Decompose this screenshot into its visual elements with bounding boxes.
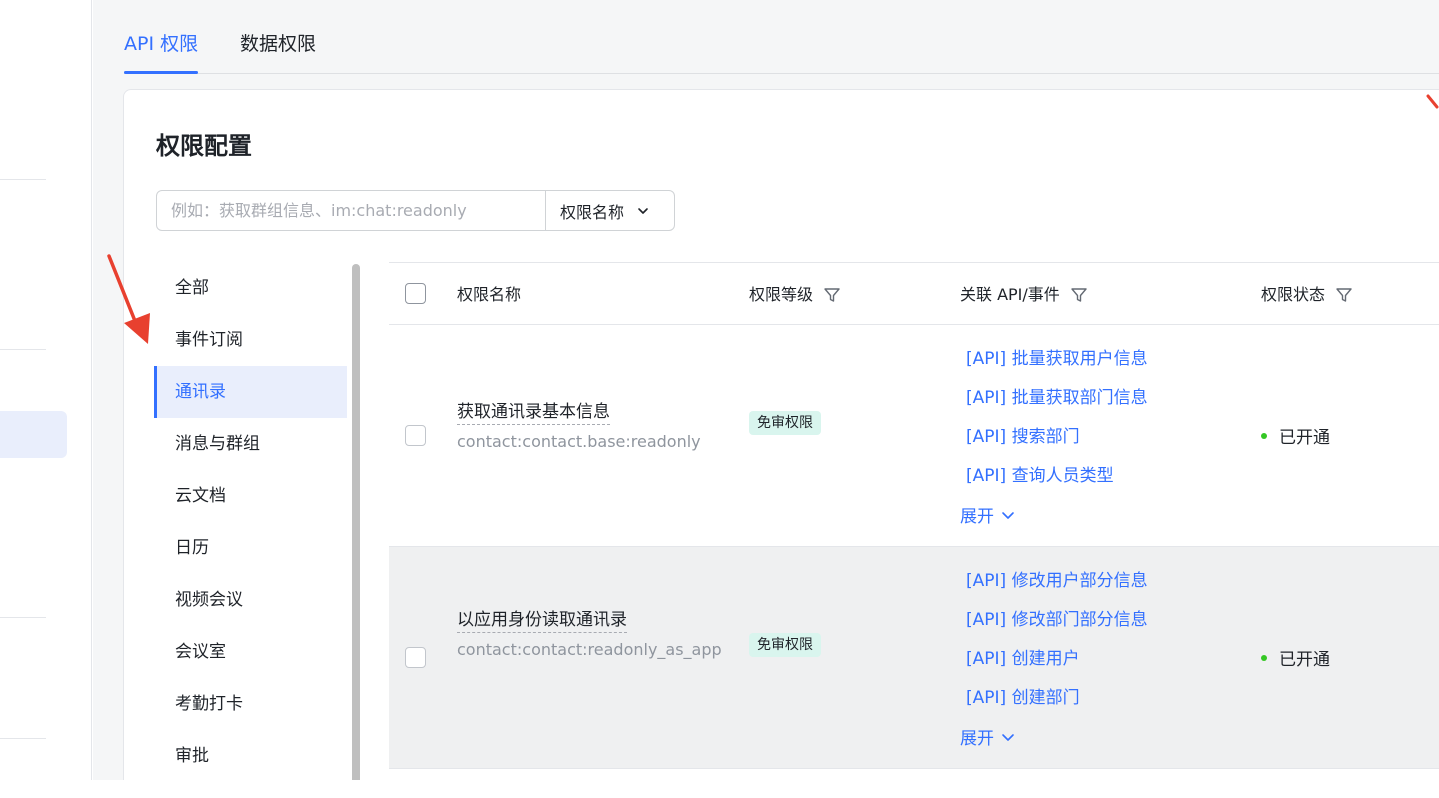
api-link[interactable]: [API] 查询人员类型 [966,461,1114,486]
column-header-status-label: 权限状态 [1261,285,1326,304]
category-item-contacts[interactable]: 通讯录 [154,366,347,418]
column-header-name: 权限名称 [457,263,521,326]
column-header-api: 关联 API/事件 [960,263,1088,326]
chevron-down-icon [1002,733,1014,741]
column-header-level: 权限等级 [749,263,841,326]
permission-level-badge: 免审权限 [749,411,821,435]
category-item-calendar[interactable]: 日历 [154,522,347,574]
status-label: 已开通 [1279,650,1330,670]
nav-active-item[interactable] [0,411,67,458]
search-bar: 权限名称 [156,190,675,231]
api-link[interactable]: [API] 批量获取部门信息 [966,383,1148,408]
category-item-video-meeting[interactable]: 视频会议 [154,574,347,626]
left-navigation [0,0,92,780]
api-link[interactable]: [API] 搜索部门 [966,422,1080,447]
permission-status: 已开通 [1261,423,1330,448]
table-row: 以应用身份读取通讯录 contact:contact:readonly_as_a… [389,547,1439,769]
api-link[interactable]: [API] 修改部门部分信息 [966,605,1148,630]
permission-name[interactable]: 获取通讯录基本信息 [457,397,610,425]
status-label: 已开通 [1279,428,1330,448]
permission-code: contact:contact.base:readonly [457,432,701,451]
category-list: 全部 事件订阅 通讯录 消息与群组 云文档 日历 视频会议 会议室 考勤打卡 审… [154,262,349,782]
category-item-docs[interactable]: 云文档 [154,470,347,522]
search-input[interactable] [157,191,545,230]
expand-label: 展开 [960,729,994,749]
table-row: 获取通讯录基本信息 contact:contact.base:readonly … [389,325,1439,547]
nav-divider [0,617,46,618]
category-item-attendance[interactable]: 考勤打卡 [154,678,347,730]
category-item-approval[interactable]: 审批 [154,730,347,782]
permission-table: 权限名称 权限等级 关联 API/事件 权限状态 获取通讯录基本信息 conta… [389,262,1439,782]
status-dot [1261,432,1267,439]
category-item-meeting-room[interactable]: 会议室 [154,626,347,678]
filter-icon[interactable] [1070,286,1088,304]
page: API 权限 数据权限 权限配置 权限名称 全部 事件订阅 通讯录 消息与群 [0,0,1439,798]
nav-divider [0,179,46,180]
category-item-messages-groups[interactable]: 消息与群组 [154,418,347,470]
column-header-api-label: 关联 API/事件 [960,285,1060,304]
table-header: 权限名称 权限等级 关联 API/事件 权限状态 [389,262,1439,325]
red-arrow-annotation [1426,94,1439,109]
status-dot [1261,654,1267,661]
expand-button[interactable]: 展开 [960,724,1016,749]
api-link[interactable]: [API] 修改用户部分信息 [966,566,1148,591]
nav-divider [0,349,46,350]
filter-icon[interactable] [1335,286,1353,304]
api-link[interactable]: [API] 批量获取用户信息 [966,344,1148,369]
permission-status: 已开通 [1261,645,1330,670]
chevron-down-icon [638,207,648,214]
tab-api-permission[interactable]: API 权限 [124,31,199,74]
search-field-select[interactable]: 权限名称 [545,191,674,230]
category-item-events[interactable]: 事件订阅 [154,314,347,366]
row-checkbox[interactable] [405,425,426,446]
expand-label: 展开 [960,507,994,527]
row-checkbox[interactable] [405,647,426,668]
permission-name[interactable]: 以应用身份读取通讯录 [457,605,627,633]
nav-divider [0,738,46,739]
main-content: API 权限 数据权限 权限配置 权限名称 全部 事件订阅 通讯录 消息与群 [93,0,1439,798]
permission-level-badge: 免审权限 [749,633,821,657]
api-link[interactable]: [API] 创建用户 [966,644,1080,669]
tab-data-permission[interactable]: 数据权限 [240,31,316,74]
search-field-select-label: 权限名称 [560,202,625,222]
column-header-status: 权限状态 [1261,263,1353,326]
bottom-strip [0,780,1439,798]
filter-icon[interactable] [823,286,841,304]
permission-code: contact:contact:readonly_as_app [457,640,722,659]
api-link[interactable]: [API] 创建部门 [966,683,1080,708]
red-arrow-annotation [107,254,150,344]
expand-button[interactable]: 展开 [960,502,1016,527]
column-header-level-label: 权限等级 [749,285,814,304]
permission-tabs: API 权限 数据权限 [124,0,1439,74]
card-title: 权限配置 [156,132,252,160]
chevron-down-icon [1002,511,1014,519]
select-all-checkbox[interactable] [405,283,426,304]
category-scrollbar[interactable] [352,264,360,798]
column-header-name-label: 权限名称 [457,285,522,304]
category-item-all[interactable]: 全部 [154,262,347,314]
permission-config-card: 权限配置 权限名称 全部 事件订阅 通讯录 消息与群组 云文档 日历 视频会议 [123,89,1439,798]
